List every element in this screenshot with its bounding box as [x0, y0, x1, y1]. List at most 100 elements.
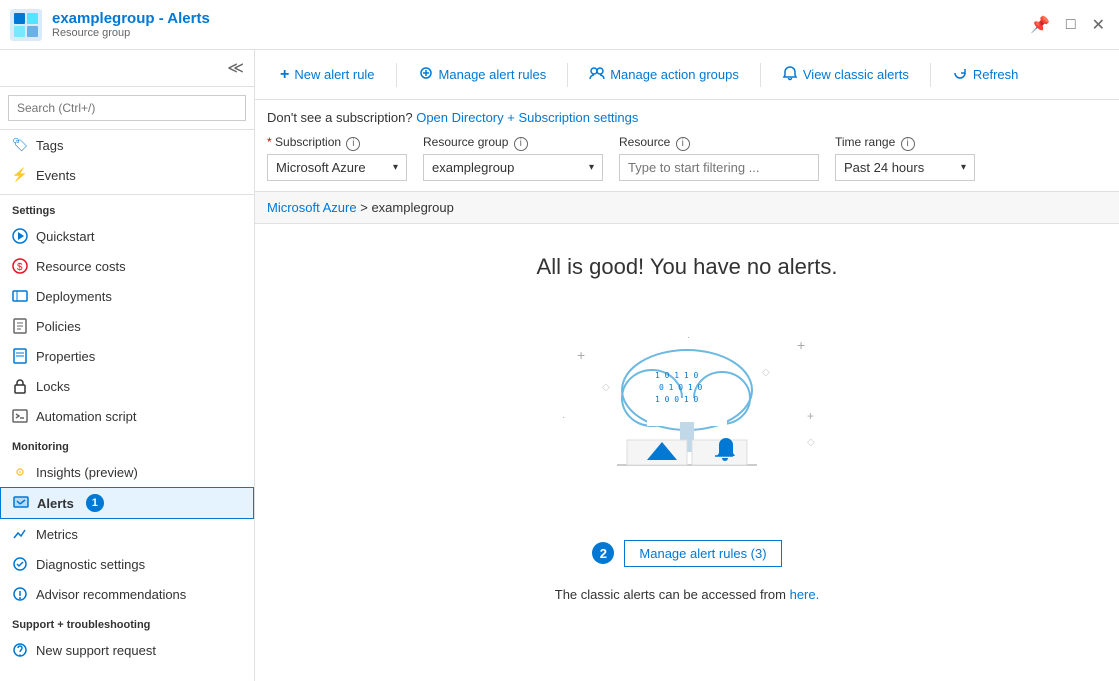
automation-icon — [12, 408, 28, 424]
sidebar-item-tags-label: Tags — [36, 138, 63, 153]
properties-icon — [12, 348, 28, 364]
time-range-value: Past 24 hours — [844, 160, 924, 175]
page-subtitle: Resource group — [52, 27, 1026, 39]
lightning-icon: ⚡ — [12, 167, 28, 183]
diagnostic-icon — [12, 556, 28, 572]
sidebar-item-insights-label: Insights (preview) — [36, 465, 138, 480]
toolbar: + New alert rule Manage alert rules Mana… — [255, 50, 1119, 100]
filter-notice: Don't see a subscription? Open Directory… — [267, 110, 1107, 125]
policies-icon — [12, 318, 28, 334]
advisor-icon — [12, 586, 28, 602]
page-title: examplegroup - Alerts — [52, 10, 1026, 27]
filter-bar: Don't see a subscription? Open Directory… — [255, 100, 1119, 192]
sidebar-item-alerts[interactable]: Alerts 1 — [0, 487, 254, 519]
view-classic-alerts-label: View classic alerts — [803, 67, 909, 82]
sidebar-item-properties[interactable]: Properties — [0, 341, 254, 371]
pin-button[interactable]: 📌 — [1026, 11, 1054, 39]
title-bar: examplegroup - Alerts Resource group 📌 □… — [0, 0, 1119, 50]
search-input[interactable] — [8, 95, 246, 121]
svg-text:◇: ◇ — [602, 382, 610, 393]
insights-icon — [12, 464, 28, 480]
sidebar-section-support: Support + troubleshooting New support re… — [0, 609, 254, 665]
action-groups-icon — [589, 65, 605, 84]
toolbar-separator-2 — [567, 63, 568, 87]
sidebar-item-diagnostic-settings[interactable]: Diagnostic settings — [0, 549, 254, 579]
sidebar-item-locks-label: Locks — [36, 379, 70, 394]
filter-fields: * Subscription i Microsoft Azure ▾ Resou… — [267, 135, 1107, 181]
svg-text:1 0 0 1 0: 1 0 0 1 0 — [655, 395, 699, 404]
sidebar-item-metrics-label: Metrics — [36, 527, 78, 542]
sidebar-section-monitoring: Monitoring Insights (preview) Alerts 1 M… — [0, 431, 254, 609]
sidebar-item-quickstart[interactable]: Quickstart — [0, 221, 254, 251]
sidebar-item-locks[interactable]: Locks — [0, 371, 254, 401]
sidebar-item-resource-costs[interactable]: $ Resource costs — [0, 251, 254, 281]
time-range-label: Time range i — [835, 135, 975, 151]
resource-group-select[interactable]: examplegroup ▾ — [423, 154, 603, 181]
resource-info-icon[interactable]: i — [676, 137, 690, 151]
sidebar-item-advisor[interactable]: Advisor recommendations — [0, 579, 254, 609]
breadcrumb-separator: > — [360, 200, 371, 215]
classic-notice-text: The classic alerts can be accessed from — [555, 587, 786, 602]
new-alert-rule-button[interactable]: + New alert rule — [267, 59, 388, 91]
manage-rules-icon — [418, 65, 434, 84]
manage-alert-rules-button[interactable]: Manage alert rules — [405, 58, 560, 91]
sidebar-item-insights[interactable]: Insights (preview) — [0, 457, 254, 487]
time-range-info-icon[interactable]: i — [901, 137, 915, 151]
sidebar-item-advisor-label: Advisor recommendations — [36, 587, 186, 602]
subscription-label-text: Subscription — [275, 135, 341, 149]
sidebar-item-properties-label: Properties — [36, 349, 95, 364]
toolbar-separator-3 — [760, 63, 761, 87]
monitoring-section-label: Monitoring — [0, 431, 254, 457]
metrics-icon — [12, 526, 28, 542]
refresh-button[interactable]: Refresh — [939, 58, 1032, 91]
alerts-badge: 1 — [86, 494, 104, 512]
subscription-info-icon[interactable]: i — [346, 137, 360, 151]
manage-action-groups-button[interactable]: Manage action groups — [576, 58, 752, 91]
sidebar-header: ≪ — [0, 50, 254, 87]
resource-group-info-icon[interactable]: i — [514, 137, 528, 151]
classic-alerts-notice: The classic alerts can be accessed from … — [555, 587, 819, 602]
sidebar-item-resource-costs-label: Resource costs — [36, 259, 126, 274]
svg-text:·: · — [562, 412, 565, 423]
manage-alert-rules-label: Manage alert rules — [439, 67, 547, 82]
resource-group-value: examplegroup — [432, 160, 514, 175]
required-star: * — [267, 135, 275, 149]
open-directory-link[interactable]: Open Directory + Subscription settings — [416, 110, 638, 125]
sidebar-item-metrics[interactable]: Metrics — [0, 519, 254, 549]
svg-text:1 0 1 1 0: 1 0 1 1 0 — [655, 371, 699, 380]
sidebar-item-new-support[interactable]: New support request — [0, 635, 254, 665]
manage-alert-rules-link-button[interactable]: Manage alert rules (3) — [624, 540, 781, 567]
resource-group-label-text: Resource group — [423, 135, 508, 149]
view-classic-alerts-button[interactable]: View classic alerts — [769, 58, 922, 91]
subscription-select[interactable]: Microsoft Azure ▾ — [267, 154, 407, 181]
time-range-label-text: Time range — [835, 135, 895, 149]
svg-text:0 1 0 1 0: 0 1 0 1 0 — [659, 383, 703, 392]
svg-text:$: $ — [17, 262, 23, 273]
app-icon — [10, 9, 42, 41]
subscription-value: Microsoft Azure — [276, 160, 366, 175]
svg-text:◇: ◇ — [762, 367, 770, 378]
new-alert-rule-label: New alert rule — [294, 67, 374, 82]
refresh-label: Refresh — [973, 67, 1019, 82]
sidebar-item-policies[interactable]: Policies — [0, 311, 254, 341]
sidebar-item-deployments[interactable]: Deployments — [0, 281, 254, 311]
sidebar-collapse-button[interactable]: ≪ — [223, 54, 248, 82]
classic-alerts-link[interactable]: here. — [790, 587, 820, 602]
deployments-icon — [12, 288, 28, 304]
sidebar-item-tags[interactable]: 🏷 Tags — [0, 130, 254, 160]
title-bar-text: examplegroup - Alerts Resource group — [52, 10, 1026, 39]
close-button[interactable]: ✕ — [1088, 11, 1109, 39]
settings-section-label: Settings — [0, 195, 254, 221]
resource-label: Resource i — [619, 135, 819, 151]
breadcrumb-parent-link[interactable]: Microsoft Azure — [267, 200, 357, 215]
time-range-select[interactable]: Past 24 hours ▾ — [835, 154, 975, 181]
svg-text:+: + — [577, 347, 585, 363]
content-area: + New alert rule Manage alert rules Mana… — [255, 50, 1119, 681]
resource-input[interactable] — [619, 154, 819, 181]
no-alerts-illustration: + + + · · ◇ ◇ ◇ 1 0 1 1 0 0 1 0 1 0 — [547, 310, 827, 510]
sidebar-item-automation-script[interactable]: Automation script — [0, 401, 254, 431]
maximize-button[interactable]: □ — [1062, 11, 1080, 39]
sidebar-item-events[interactable]: ⚡ Events — [0, 160, 254, 190]
toolbar-separator-4 — [930, 63, 931, 87]
svg-text:·: · — [687, 332, 690, 343]
